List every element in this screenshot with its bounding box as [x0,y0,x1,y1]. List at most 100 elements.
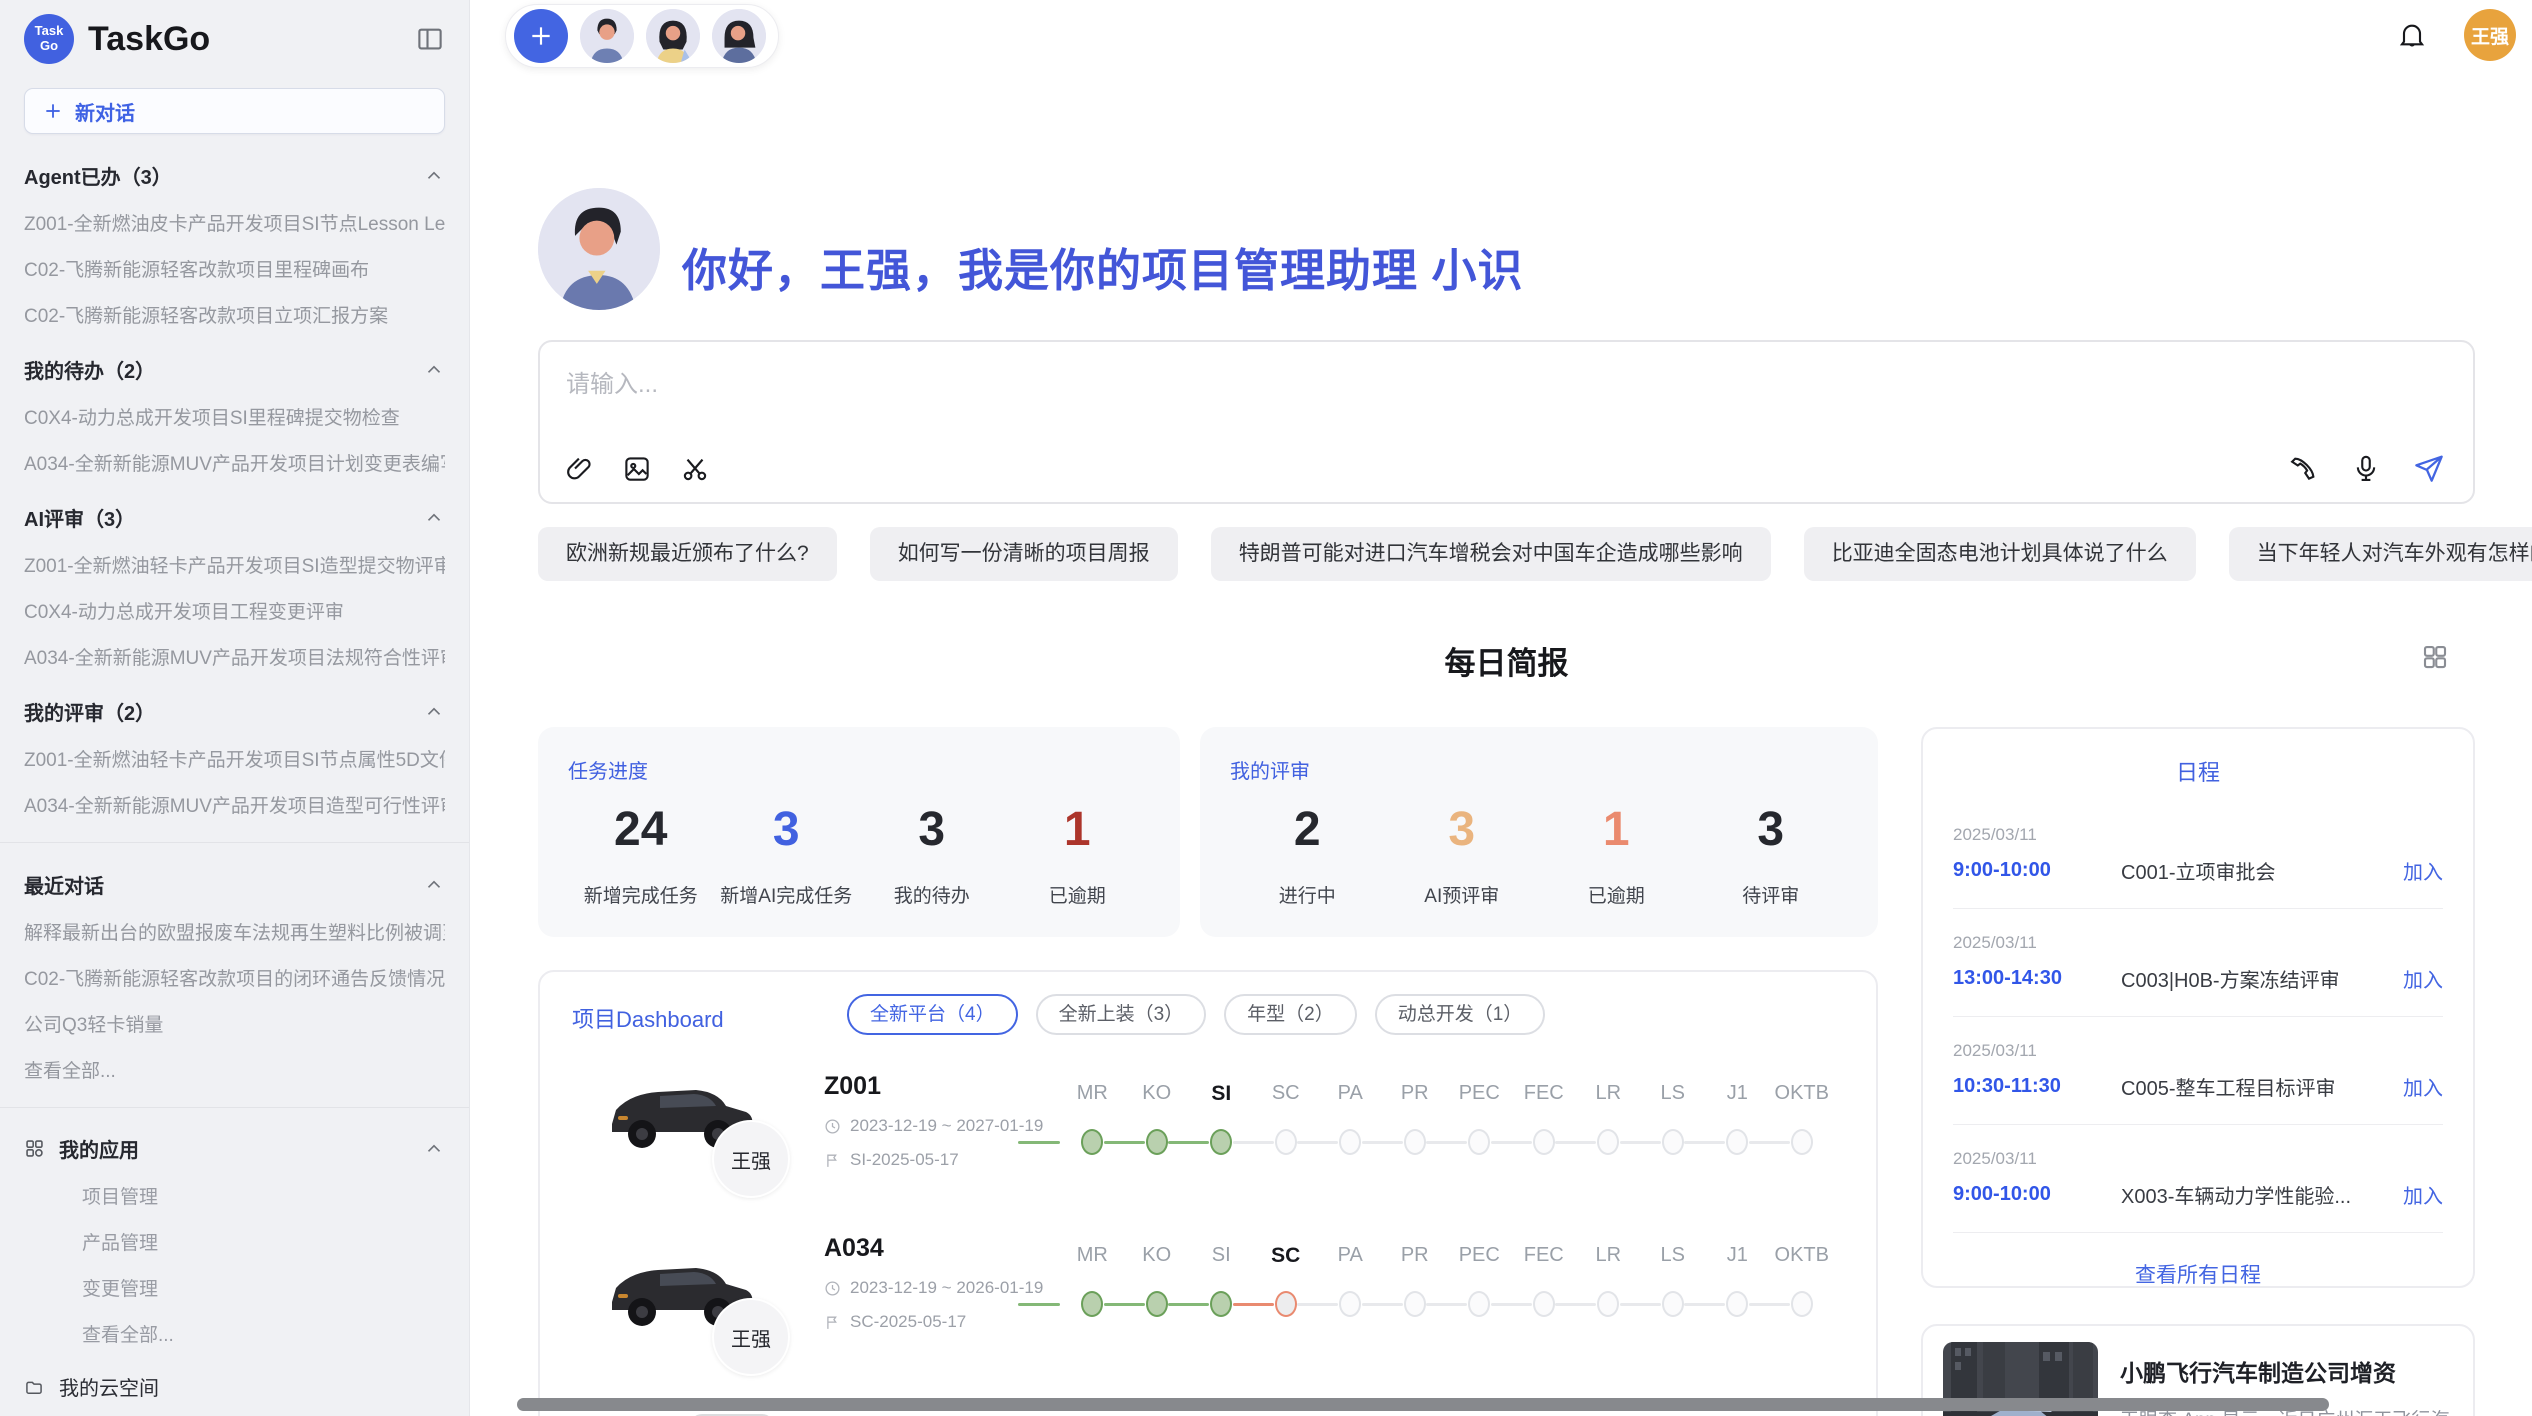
filter-pill[interactable]: 全新上装（3） [1036,994,1207,1035]
list-item[interactable]: A034-全新新能源MUV产品开发项目计划变更表编写 [24,449,445,476]
sidebar-item-my-apps[interactable]: 我的应用 [24,1134,445,1163]
sidebar-item-change-mgmt[interactable]: 变更管理 [24,1274,445,1301]
divider [1953,908,2443,909]
my-cloud-label: 我的云空间 [59,1372,159,1401]
sidebar-item-product-mgmt[interactable]: 产品管理 [24,1228,445,1255]
list-item[interactable]: C0X4-动力总成开发项目SI里程碑提交物检查 [24,403,445,430]
chat-input-placeholder: 请输入... [566,364,658,399]
milestone-track [1060,1128,1834,1156]
list-item[interactable]: 公司Q3轻卡销量 [24,1010,445,1037]
divider [1953,1232,2443,1233]
project-name[interactable]: A034 [824,1234,884,1263]
add-session-button[interactable] [514,9,568,63]
news-title: 小鹏飞行汽车制造公司增资 [2120,1354,2453,1388]
my-apps-label: 我的应用 [59,1134,139,1163]
clock-icon [824,1280,841,1297]
group-header-my-todo[interactable]: 我的待办（2） [24,355,445,384]
list-item[interactable]: C0X4-动力总成开发项目工程变更评审 [24,597,445,624]
filter-pill[interactable]: 年型（2） [1224,994,1357,1035]
list-item[interactable]: Z001-全新燃油轻卡产品开发项目SI造型提交物评审 [24,551,445,578]
new-chat-label: 新对话 [75,97,135,126]
suggestion-chips: 欧洲新规最近颁布了什么? 如何写一份清晰的项目周报 特朗普可能对进口汽车增税会对… [538,527,2475,581]
notification-bell-icon[interactable] [2396,19,2428,51]
scissors-icon[interactable] [680,454,710,484]
dashboard-filters: 全新平台（4） 全新上装（3） 年型（2） 动总开发（1） [847,994,1545,1035]
group-header-ai-review[interactable]: AI评审（3） [24,503,445,532]
avatar[interactable] [646,9,700,63]
dashboard-title: 项目Dashboard [572,1002,724,1034]
chevron-up-icon [423,874,445,896]
horizontal-scrollbar[interactable] [517,1398,2329,1411]
suggestion-chip[interactable]: 当下年轻人对汽车外观有怎样的喜好趋势 [2229,527,2532,581]
list-item[interactable]: C02-飞腾新能源轻客改款项目的闭环通告反馈情况 [24,964,445,991]
group-header-recent-chats[interactable]: 最近对话 [24,870,445,899]
sidebar-item-view-all-apps[interactable]: 查看全部... [24,1320,445,1347]
avatar[interactable] [712,9,766,63]
project-owner-avatar: 王强 [712,1120,790,1198]
project-milestone-flag: SC-2025-05-17 [824,1312,966,1332]
project-owner-avatar: 王强 [712,1298,790,1376]
filter-pill[interactable]: 全新平台（4） [847,994,1018,1035]
list-item[interactable]: A034-全新新能源MUV产品开发项目造型可行性评审 [24,791,445,818]
list-item[interactable]: 解释最新出台的欧盟报废车法规再生塑料比例被调至15%... [24,918,445,945]
sidebar: Task Go TaskGo 新对话 Agent已办（3） Z001-全新燃油皮… [0,0,470,1416]
view-all-schedule-link[interactable]: 查看所有日程 [1953,1259,2443,1289]
suggestion-chip[interactable]: 特朗普可能对进口汽车增税会对中国车企造成哪些影响 [1211,527,1771,581]
list-item[interactable]: A034-全新新能源MUV产品开发项目法规符合性评审 [24,643,445,670]
chevron-up-icon [423,359,445,381]
stat: 1已逾期 [1539,802,1694,908]
join-link[interactable]: 加入 [2403,1180,2443,1209]
chat-input[interactable]: 请输入... [538,340,2475,504]
layout-grid-icon[interactable] [2420,642,2450,672]
list-item[interactable]: 查看全部... [24,1056,445,1083]
chevron-up-icon [423,165,445,187]
suggestion-chip[interactable]: 比亚迪全固态电池计划具体说了什么 [1804,527,2196,581]
list-item[interactable]: C02-飞腾新能源轻客改款项目里程碑画布 [24,255,445,282]
new-chat-button[interactable]: 新对话 [24,88,445,134]
session-pill [505,4,779,68]
group-header-my-review[interactable]: 我的评审（2） [24,697,445,726]
microphone-icon[interactable] [2351,453,2381,483]
sidebar-item-project-mgmt[interactable]: 项目管理 [24,1182,445,1209]
avatar[interactable] [580,9,634,63]
filter-pill[interactable]: 动总开发（1） [1375,994,1546,1035]
milestone-track [1060,1290,1834,1318]
event-title: C001-立项审批会 [2121,856,2403,885]
event-title: C005-整车工程目标评审 [2121,1072,2403,1101]
suggestion-chip[interactable]: 欧洲新规最近颁布了什么? [538,527,837,581]
user-avatar[interactable]: 王强 [2464,9,2516,61]
image-icon[interactable] [622,454,652,484]
divider [0,1107,469,1108]
list-item[interactable]: Z001-全新燃油轻卡产品开发项目SI节点属性5D文件评审 [24,745,445,772]
divider [1953,1016,2443,1017]
schedule-title: 日程 [1953,755,2443,787]
cloud-folder-icon [24,1377,44,1397]
schedule-event: 2025/03/11 9:00-10:00 X003-车辆动力学性能验... 加… [1953,1149,2443,1233]
list-item[interactable]: Z001-全新燃油皮卡产品开发项目SI节点Lesson Learn报告 [24,209,445,236]
milestone-labels: MRKOSISCPAPRPECFECLRLSJ1OKTB [1060,1244,1834,1268]
project-name[interactable]: Z001 [824,1072,881,1101]
suggestion-chip[interactable]: 如何写一份清晰的项目周报 [870,527,1178,581]
schedule-card: 日程 2025/03/11 9:00-10:00 C001-立项审批会 加入 2… [1921,727,2475,1288]
sidebar-item-my-cloud[interactable]: 我的云空间 [24,1372,445,1401]
event-date: 2025/03/11 [1953,1041,2443,1061]
logo-line2: Go [40,39,58,54]
group-title: Agent已办（3） [24,161,172,190]
attachment-icon[interactable] [564,454,594,484]
stat: 1已逾期 [1005,802,1151,908]
app-logo: Task Go [24,14,74,64]
join-link[interactable]: 加入 [2403,1072,2443,1101]
join-link[interactable]: 加入 [2403,964,2443,993]
phone-call-icon[interactable] [2289,453,2319,483]
group-header-agent-done[interactable]: Agent已办（3） [24,161,445,190]
list-item[interactable]: C02-飞腾新能源轻客改款项目立项汇报方案 [24,301,445,328]
divider [1953,1124,2443,1125]
flag-icon [824,1314,841,1331]
group-title: AI评审（3） [24,503,135,532]
send-icon[interactable] [2413,452,2445,484]
join-link[interactable]: 加入 [2403,856,2443,885]
taskgo-app: Task Go TaskGo 新对话 Agent已办（3） Z001-全新燃油皮… [0,0,2532,1416]
sidebar-collapse-icon[interactable] [415,24,445,54]
sidebar-header: Task Go TaskGo [24,14,445,64]
event-time: 10:30-11:30 [1953,1075,2121,1098]
